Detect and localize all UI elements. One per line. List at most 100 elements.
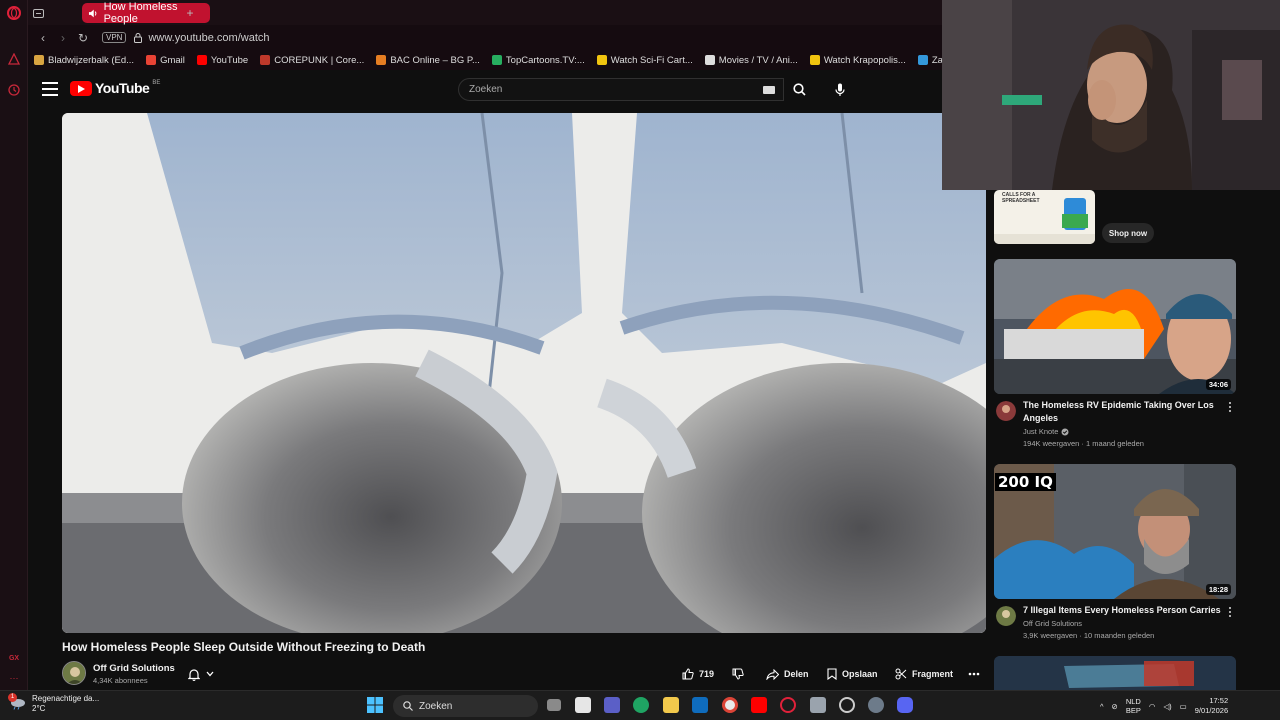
like-count: 719 [699,669,715,679]
youtube-logo[interactable]: YouTube BE [70,80,160,96]
channel-avatar[interactable] [996,606,1016,626]
recommendation-item[interactable]: 200 IQ 18:28 7 Illegal Items Every Homel… [994,464,1236,640]
recommendation-thumbnail[interactable] [994,656,1236,690]
bookmark-item[interactable]: Watch Sci-Fi Cart... [591,55,699,66]
lock-icon[interactable] [134,32,143,43]
search-button[interactable] [784,78,814,101]
reload-button[interactable]: ↻ [74,31,92,45]
url-field[interactable]: www.youtube.com/watch [148,32,269,44]
opera-logo-icon[interactable] [6,5,22,21]
bookmark-item[interactable]: Movies / TV / Ani... [699,55,804,66]
keyboard-icon[interactable] [763,86,775,94]
volume-icon[interactable]: ◁) [1163,702,1171,711]
thumbs-down-icon [732,668,744,680]
vpn-badge[interactable]: VPN [102,32,127,43]
windows-icon [367,697,383,713]
chevron-up-icon[interactable]: ^ [1100,702,1104,711]
clip-button[interactable]: Fragment [895,665,953,683]
more-actions-button[interactable] [968,665,980,683]
chrome-icon[interactable] [722,697,738,713]
bookmark-favicon-icon [146,55,157,65]
bell-icon [188,668,200,681]
recommendation-item[interactable]: 34:06 The Homeless RV Epidemic Taking Ov… [994,259,1236,448]
channel-avatar[interactable] [996,401,1016,421]
network-off-icon[interactable]: ⊘ [1112,702,1118,711]
search-placeholder: Zoeken [469,84,503,95]
back-button[interactable]: ‹ [34,31,52,45]
opera-gx-icon[interactable] [780,697,796,713]
bookmark-item[interactable]: Bladwijzerbalk (Ed... [28,55,140,66]
shop-now-button[interactable]: Shop now [1102,223,1154,243]
ad-thumbnail[interactable]: CALLS FOR A SPREADSHEET [994,190,1095,244]
hamburger-menu-icon[interactable] [42,82,58,96]
youtube-app-icon[interactable] [751,697,767,713]
share-button[interactable]: Delen [766,665,809,683]
bookmark-label: BAC Online – BG P... [390,54,480,66]
warning-icon[interactable] [6,51,22,67]
recommendation-thumbnail[interactable]: 34:06 [994,259,1236,394]
bookmark-item[interactable]: Watch Krapopolis... [804,55,912,66]
save-button[interactable]: Opslaan [827,665,878,683]
channel-avatar[interactable] [62,661,86,685]
taskbar-search[interactable]: Zoeken [393,695,538,717]
battery-icon[interactable]: ▭ [1180,702,1187,711]
bookmark-label: Gmail [160,54,185,66]
dislike-button[interactable] [732,665,744,683]
recommendation-title[interactable]: 7 Illegal Items Every Homeless Person Ca… [1023,604,1223,617]
edge-icon[interactable] [633,697,649,713]
address-bar: ‹ › ↻ VPN www.youtube.com/watch [28,25,942,50]
history-icon[interactable] [6,82,22,98]
recommendation-channel[interactable]: Off Grid Solutions [1023,619,1082,628]
bookmark-item[interactable]: TopCartoons.TV:... [486,55,591,66]
start-button[interactable] [367,697,383,713]
calculator-icon[interactable] [810,697,826,713]
more-options-icon[interactable] [1226,605,1234,619]
gx-icon[interactable]: GX [6,650,22,666]
teams-icon[interactable] [604,697,620,713]
recommendation-title[interactable]: The Homeless RV Epidemic Taking Over Los… [1023,399,1223,425]
bookmark-label: YouTube [210,54,249,66]
recommendation-thumbnail[interactable]: 200 IQ 18:28 [994,464,1236,599]
voice-search-button[interactable] [828,78,852,101]
scissors-icon [895,668,907,680]
bookmark-item[interactable]: Zamnesia | Het Be [912,55,942,66]
steam-icon[interactable] [839,697,855,713]
recommendation-channel[interactable]: Just Knote [1023,427,1069,436]
language-indicator[interactable]: NLD BEP [1126,697,1141,715]
share-icon [766,668,779,680]
bookmark-item[interactable]: YouTube [191,55,254,66]
store-icon[interactable] [575,697,591,713]
forward-button[interactable]: › [54,31,72,45]
webcam-overlay [942,0,1280,190]
discord-icon[interactable] [897,697,913,713]
recommendation-meta: 3,9K weergaven · 10 maanden geleden [1023,631,1155,640]
channel-name[interactable]: Off Grid Solutions [93,663,175,674]
like-button[interactable]: 719 [682,665,714,683]
bookmark-favicon-icon [196,55,207,65]
bookmark-label: Movies / TV / Ani... [718,54,798,66]
chevron-down-icon [206,671,214,677]
weather-widget[interactable]: 1 Regenachtige da... 2°C [8,693,99,714]
new-tab-button[interactable]: + [182,5,198,21]
bookmark-item[interactable]: Gmail [140,55,191,66]
outlook-icon[interactable] [692,697,708,713]
bookmark-item[interactable]: BAC Online – BG P... [370,55,486,66]
microphone-icon [835,83,845,96]
notifications-button[interactable] [188,666,224,682]
settings-icon[interactable] [868,697,884,713]
wifi-icon[interactable]: ◠ [1149,702,1156,711]
video-duration: 18:28 [1205,584,1231,595]
video-player[interactable] [62,113,986,633]
file-explorer-icon[interactable] [663,697,679,713]
keyboard-layout: BEP [1125,706,1141,715]
clock[interactable]: 17:52 9/01/2026 [1195,696,1228,716]
task-view-icon[interactable] [547,699,561,711]
workspaces-icon[interactable] [30,5,46,21]
more-options-icon[interactable] [1226,400,1234,414]
search-input[interactable]: Zoeken [458,78,784,101]
video-duration: 34:06 [1205,379,1231,390]
bookmark-item[interactable]: COREPUNK | Core... [254,55,370,66]
verified-icon [1061,428,1069,435]
more-icon[interactable]: ··· [6,670,22,686]
bookmark-favicon-icon [704,55,715,65]
